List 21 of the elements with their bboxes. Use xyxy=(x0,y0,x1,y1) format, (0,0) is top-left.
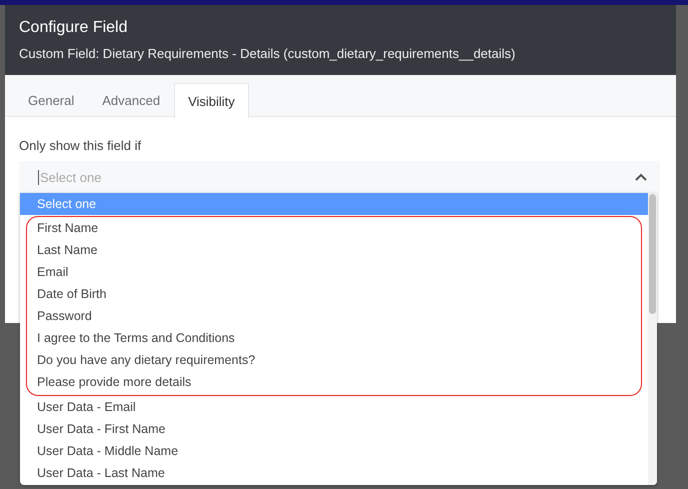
dropdown-option[interactable]: I agree to the Terms and Conditions xyxy=(27,327,641,349)
dropdown-option[interactable]: Date of Birth xyxy=(27,283,641,305)
dropdown-option[interactable]: Please provide more details xyxy=(27,371,641,393)
dropdown-option[interactable]: Password xyxy=(27,305,641,327)
dropdown-option[interactable]: First Name xyxy=(27,217,641,239)
dropdown-option[interactable]: Email xyxy=(27,261,641,283)
dialog-subtitle: Custom Field: Dietary Requirements - Details (custom_dietary_requirements__details) xyxy=(19,46,516,61)
select-placeholder: Select one xyxy=(38,170,102,184)
dropdown-option[interactable]: Last Name xyxy=(27,239,641,261)
dropdown-option[interactable]: User Data - First Name xyxy=(20,418,648,440)
dialog-title: Configure Field xyxy=(19,19,128,37)
scrollbar[interactable] xyxy=(648,193,657,485)
dropdown-option[interactable]: User Data - Middle Name xyxy=(20,440,648,462)
field-label: Only show this field if xyxy=(19,138,142,153)
dropdown-option[interactable]: User Data - Last Name xyxy=(20,462,648,484)
tab[interactable]: Visibility xyxy=(174,83,249,118)
chevron-up-icon xyxy=(635,173,647,181)
dropdown-option[interactable]: Do you have any dietary requirements? xyxy=(27,349,641,371)
tab[interactable]: General xyxy=(14,83,88,117)
tab[interactable]: Advanced xyxy=(88,83,174,117)
dropdown-option[interactable]: User Data - Email xyxy=(20,396,648,418)
